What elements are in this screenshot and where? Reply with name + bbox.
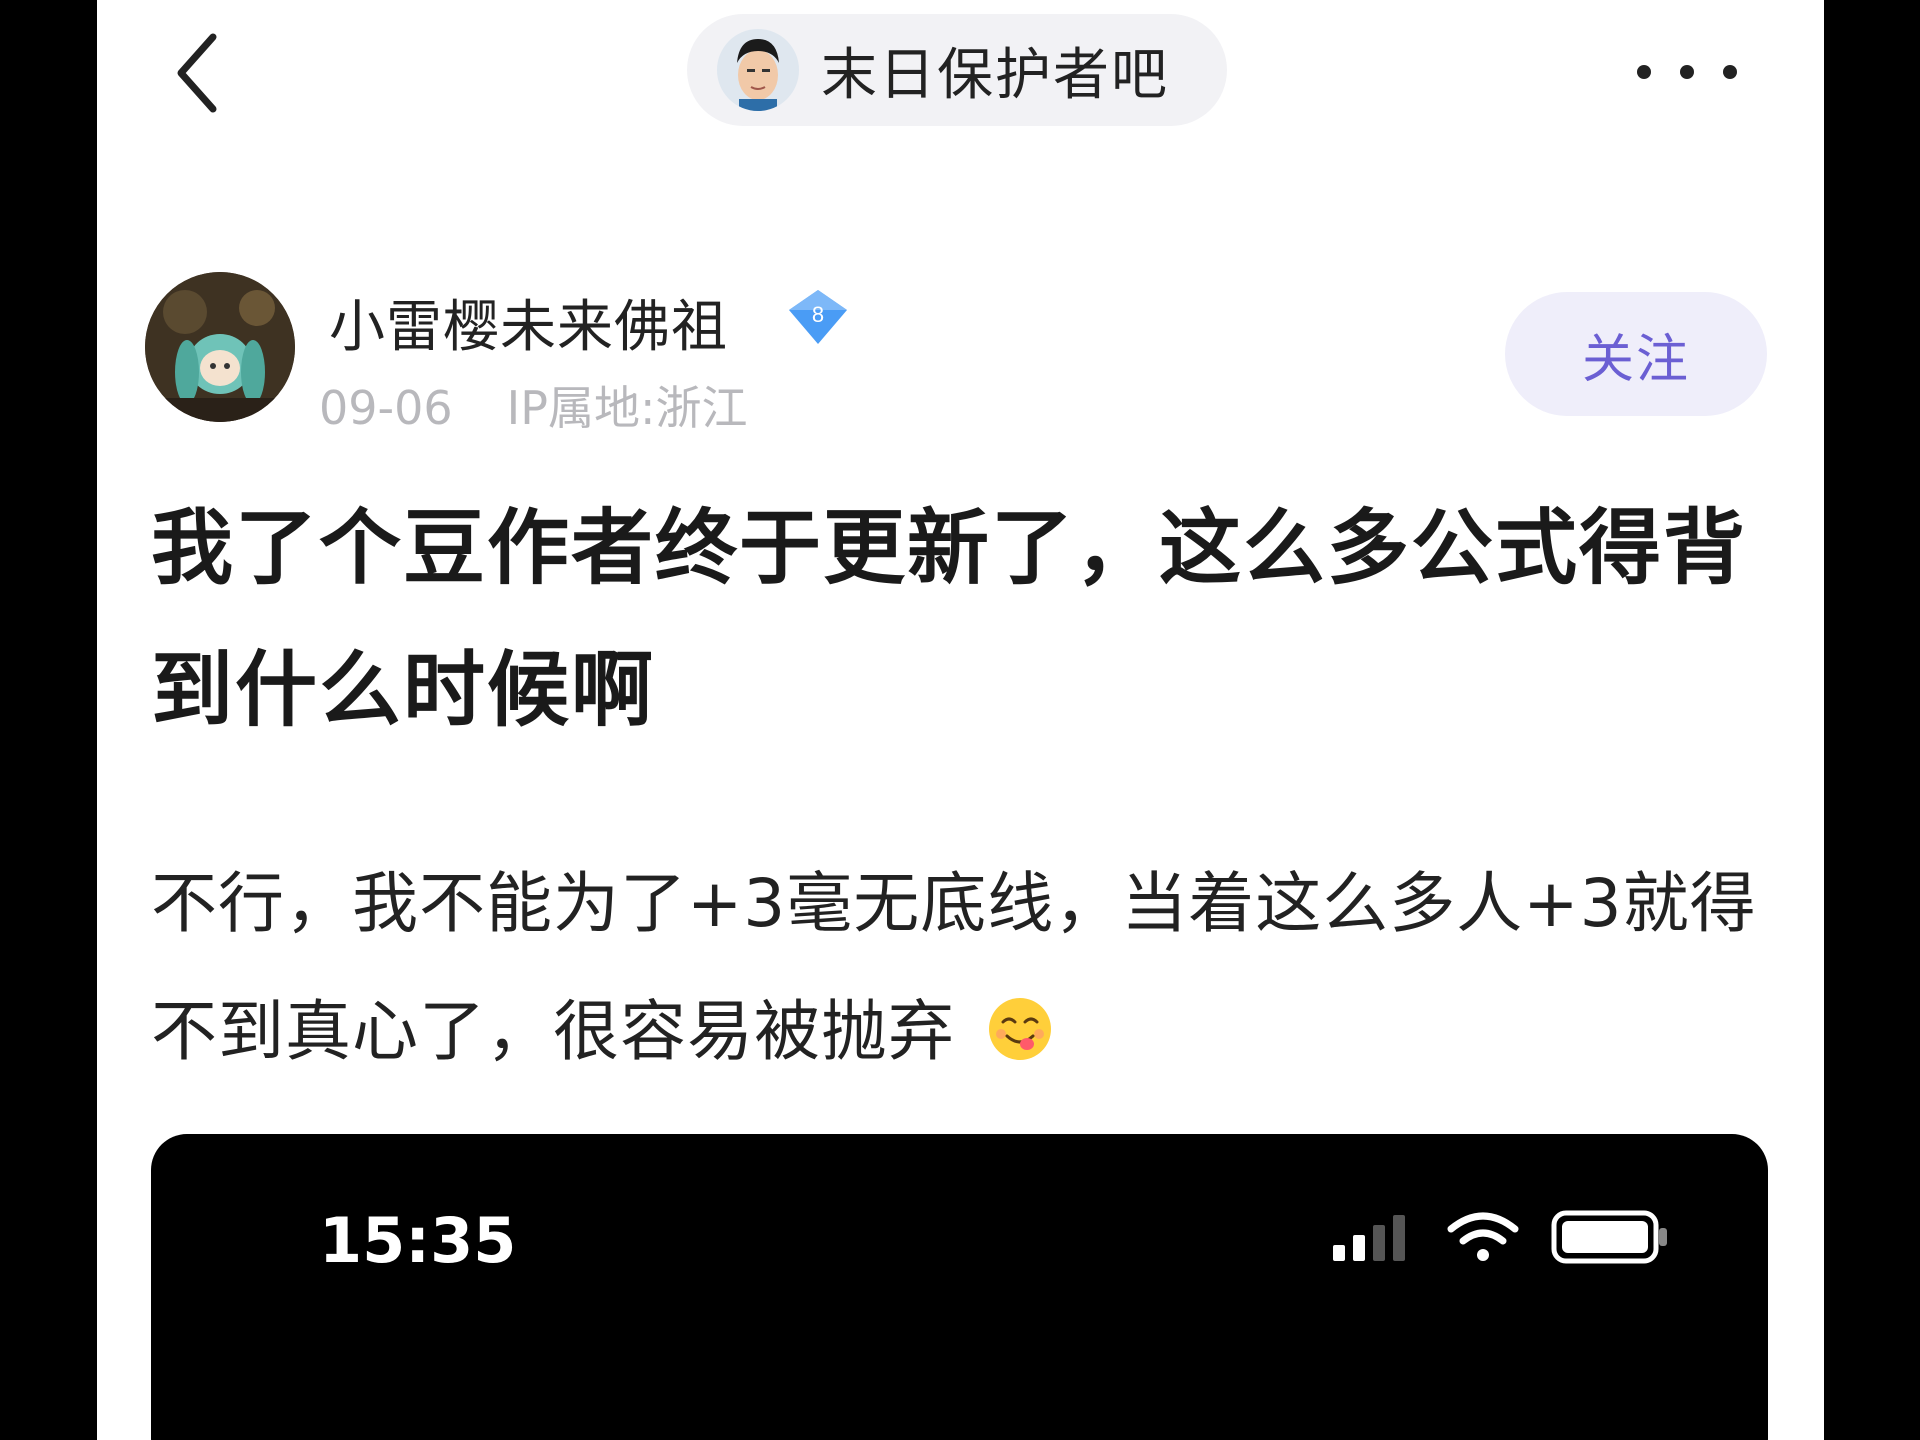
embed-status-time: 15:35 (319, 1204, 517, 1277)
dot-icon (1680, 65, 1694, 79)
embedded-screenshot[interactable]: 15:35 (151, 1134, 1768, 1440)
phone-screen: 末日保护者吧 小雷樱未来佛祖 8 09-06 IP属地:浙江 关注 我了个豆作者… (97, 0, 1824, 1440)
forum-name: 末日保护者吧 (821, 42, 1169, 108)
signal-icon (1333, 1215, 1405, 1261)
ip-location: IP属地:浙江 (506, 381, 748, 435)
more-options-button[interactable] (1637, 50, 1737, 94)
back-button[interactable] (167, 28, 227, 118)
dot-icon (1723, 65, 1737, 79)
wifi-icon (1447, 1212, 1519, 1261)
author-name[interactable]: 小雷樱未来佛祖 (329, 282, 728, 363)
forum-header[interactable]: 末日保护者吧 (687, 14, 1227, 126)
post-date: 09-06 (319, 381, 453, 435)
chevron-left-icon (177, 33, 217, 113)
yum-face-icon (988, 998, 1051, 1060)
post-body: 不行，我不能为了+3毫无底线，当着这么多人+3就得不到真心了，很容易被抛弃 (151, 840, 1771, 1096)
forum-avatar (717, 29, 799, 111)
dot-icon (1637, 65, 1651, 79)
svg-text:8: 8 (812, 302, 824, 327)
author-avatar[interactable] (145, 272, 295, 422)
battery-icon (1551, 1210, 1667, 1264)
post-body-text: 不行，我不能为了+3毫无底线，当着这么多人+3就得不到真心了，很容易被抛弃 (151, 865, 1757, 1070)
embed-status-icons (1331, 1210, 1671, 1264)
post-title: 我了个豆作者终于更新了，这么多公式得背到什么时候啊 (151, 501, 1748, 738)
post-meta: 09-06 IP属地:浙江 (319, 372, 747, 438)
level-badge: 8 (787, 288, 849, 346)
follow-button[interactable]: 关注 (1505, 292, 1767, 416)
